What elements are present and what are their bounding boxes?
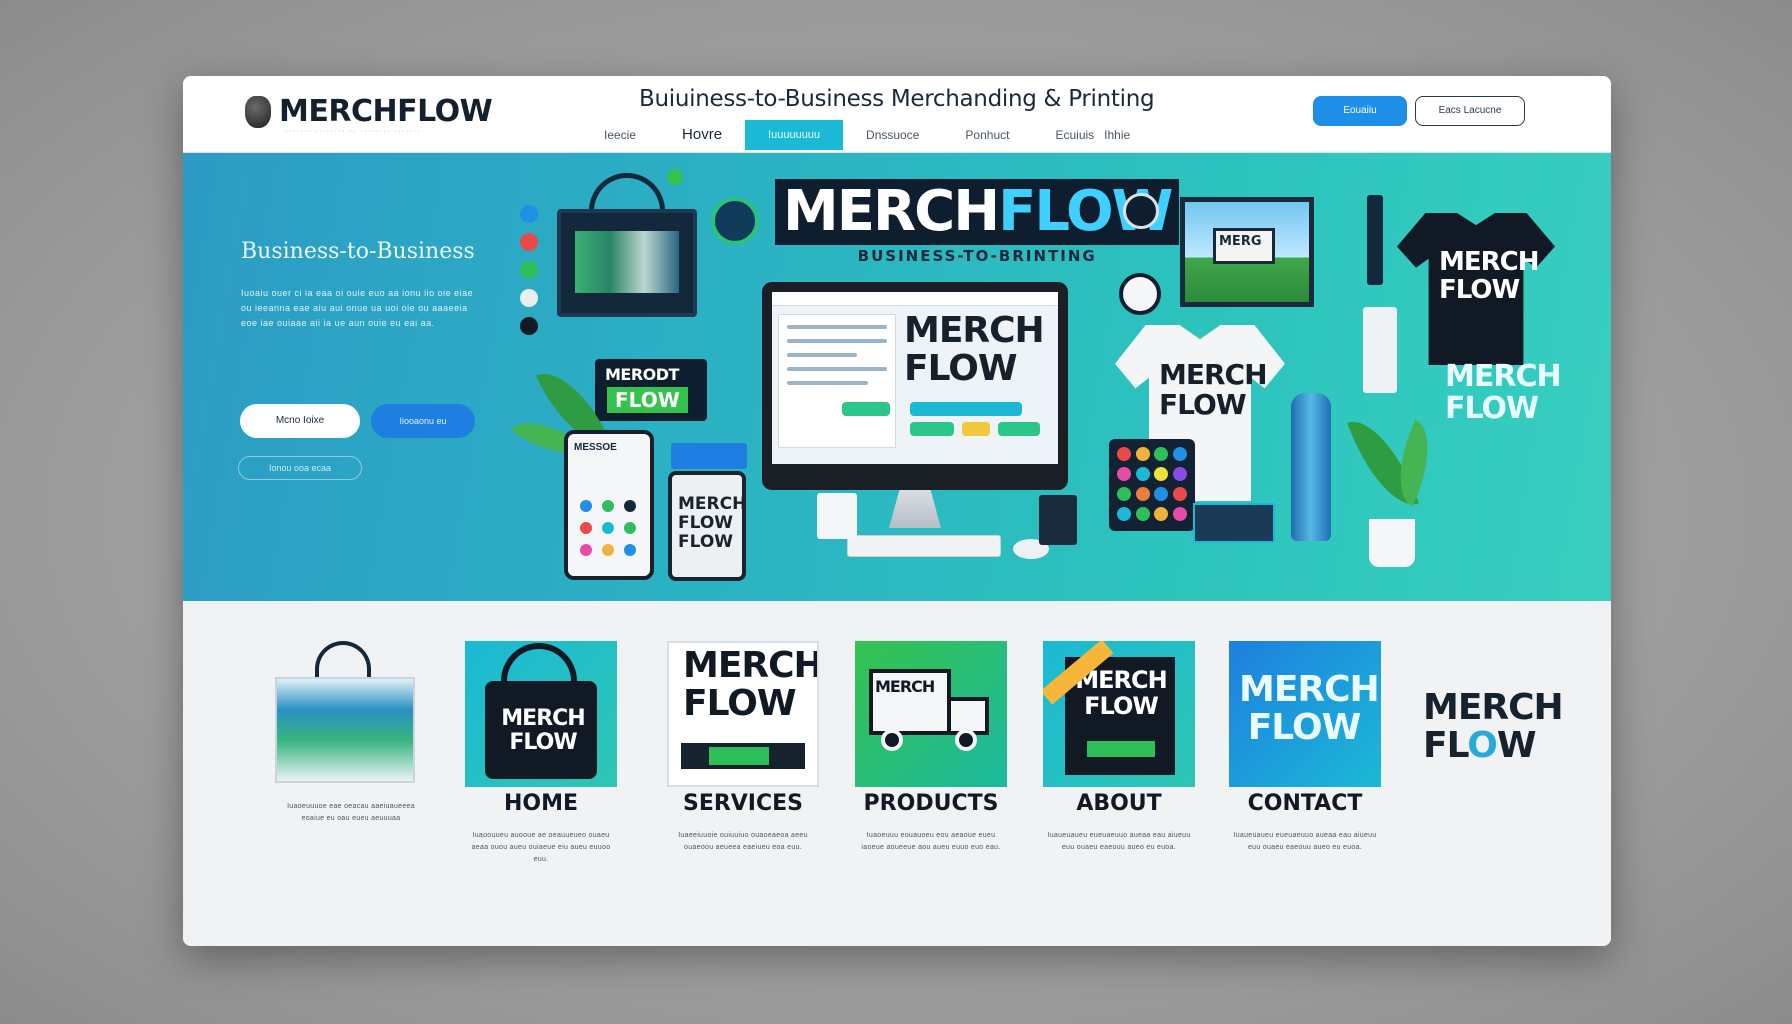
hero-banner: Business-to-Business Iuoaiu ouer ci ia e… bbox=[183, 153, 1611, 601]
site-logo[interactable]: MERCHFLOW bbox=[245, 94, 493, 129]
truck-poster: MERG bbox=[1180, 197, 1314, 307]
card-home[interactable]: MERCH FLOW HOME Iuaoouueu auooue ae oeau… bbox=[465, 641, 617, 866]
card-image: MERCH FLOW bbox=[1229, 641, 1381, 787]
hero-intro: Business-to-Business Iuoaiu ouer ci ia e… bbox=[241, 239, 481, 331]
truck-icon: MERG bbox=[1213, 228, 1275, 264]
card-description: Iuaoeuuuoe eae oeacau aaeiuaueeea eoaiue… bbox=[287, 803, 415, 822]
logo-mark-icon bbox=[245, 95, 271, 128]
hero-brand-subtitle: BUSINESS-TO-BRINTING bbox=[857, 247, 1097, 265]
hero-tertiary-link[interactable]: Ionou ooa ecaa bbox=[238, 456, 362, 480]
browser-frame: MERCHFLOW ······· ········ ·· ········ ·… bbox=[183, 76, 1611, 946]
card-description: Iuaoeuuu eouauoeu eou aeaoue eueu iaoeue… bbox=[861, 832, 1001, 851]
monitor-screen: MERCH FLOW bbox=[772, 292, 1058, 464]
side-brand-text: MERCH FLOW bbox=[1445, 359, 1562, 426]
screen-brand-text: MERCH FLOW bbox=[904, 310, 1045, 389]
social-icon-3[interactable] bbox=[520, 261, 538, 279]
tote-bag-handle-icon bbox=[589, 173, 665, 213]
card-products[interactable]: MERCH PRODUCTS Iuaoeuuu eouauoeu eou aea… bbox=[855, 641, 1007, 854]
color-palette bbox=[1109, 439, 1195, 531]
nav-item-products[interactable]: Ponhuct bbox=[942, 120, 1032, 150]
blue-tag bbox=[671, 443, 747, 469]
nav-item-about[interactable]: Ecuiuis bbox=[1032, 120, 1100, 150]
card-image: MERCH FLOW bbox=[1043, 641, 1195, 787]
sticker-bottom-text: FLOW bbox=[607, 387, 688, 413]
plant-pot bbox=[1369, 519, 1415, 567]
card-about[interactable]: MERCH FLOW ABOUT Iuaueuaueu eueuaeuuo au… bbox=[1043, 641, 1195, 854]
site-header: MERCHFLOW ······· ········ ·· ········ ·… bbox=[183, 76, 1611, 153]
badge-icon bbox=[1123, 193, 1159, 229]
hero-secondary-button[interactable]: Iiooaonu eu bbox=[371, 404, 475, 438]
card-preview[interactable]: Iuaoeuuuoe eae oeacau aaeiuaueeea eoaiue… bbox=[275, 641, 427, 825]
hero-title: Business-to-Business bbox=[241, 239, 475, 264]
card-home-brand: MERCH FLOW bbox=[501, 706, 585, 755]
cup-icon bbox=[1039, 495, 1077, 545]
card-contact-brand: MERCH FLOW bbox=[1239, 669, 1380, 748]
tablet-mockup: MERCH FLOW FLOW bbox=[668, 471, 746, 581]
card-label: CONTACT bbox=[1247, 791, 1363, 816]
dark-tshirt-text: MERCH FLOW bbox=[1439, 247, 1540, 305]
nav-item-services[interactable]: Dnssuoce bbox=[843, 120, 942, 150]
card-label: PRODUCTS bbox=[863, 791, 999, 816]
mug-icon bbox=[817, 493, 857, 539]
main-nav: Ieecie Hovre Iuuuuuuuu Dnssuoce Ponhuct … bbox=[581, 120, 1153, 150]
card-stack bbox=[1193, 503, 1275, 543]
card-products-brand: MERCH bbox=[875, 677, 935, 696]
footer-brand-logo: MERCH FLOW bbox=[1423, 687, 1564, 766]
card-image: MERCH FLOW bbox=[465, 641, 617, 787]
hero-primary-button[interactable]: Mcno Ioixe bbox=[240, 404, 360, 438]
card-description: Iuaeeiuuoie ouiuuiuo ouaoeaeoa aeeu ouae… bbox=[678, 832, 808, 851]
card-contact[interactable]: MERCH FLOW CONTACT Iuaueuaueu eueuaeuuo … bbox=[1229, 641, 1381, 854]
badge-icon bbox=[1119, 273, 1161, 315]
phone-title: MESSOE bbox=[574, 442, 617, 453]
tablet-brand-text: MERCH FLOW FLOW bbox=[678, 494, 747, 552]
card-image bbox=[275, 641, 427, 787]
card-services[interactable]: MERCH FLOW SERVICES Iuaeeiuuoie ouiuuiuo… bbox=[667, 641, 819, 854]
desktop-monitor: MERCH FLOW bbox=[762, 282, 1068, 490]
social-icon-1[interactable] bbox=[520, 205, 538, 223]
monitor-stand bbox=[889, 490, 941, 528]
card-label: ABOUT bbox=[1076, 791, 1162, 816]
card-description: Iuaoouueu auooue ae oeauueueo ouaeu aeaa… bbox=[471, 832, 611, 863]
social-icon-4[interactable] bbox=[520, 289, 538, 307]
hanger-tag bbox=[1367, 195, 1383, 285]
nav-item-active[interactable]: Iuuuuuuuu bbox=[745, 120, 844, 150]
nav-item-contact[interactable]: Ihhie bbox=[1100, 120, 1153, 150]
logo-text: MERCHFLOW bbox=[279, 94, 493, 129]
sticker-top-text: MERODT bbox=[605, 365, 679, 384]
card-image: MERCH bbox=[855, 641, 1007, 787]
price-tag bbox=[1363, 307, 1397, 393]
card-image: MERCH FLOW bbox=[667, 641, 819, 787]
hero-brand-logo: MERCHFLOW BUSINESS-TO-BRINTING bbox=[775, 179, 1180, 265]
card-services-brand: MERCH FLOW bbox=[683, 645, 819, 724]
nav-item-1[interactable]: Ieecie bbox=[581, 120, 659, 150]
tote-bag-icon bbox=[557, 209, 697, 317]
sticker-icon bbox=[667, 169, 683, 185]
card-label: HOME bbox=[503, 791, 579, 816]
card-label: SERVICES bbox=[682, 791, 804, 816]
white-tshirt-text: MERCH FLOW bbox=[1159, 358, 1268, 421]
flow-sticker: MERODT FLOW bbox=[595, 359, 707, 421]
card-description: Iuaueuaueu eueuaeuuo aueaa eau aiueuu eu… bbox=[1233, 832, 1377, 851]
card-description: Iuaueuaueu eueuaeuuo aueaa eau aiueuu eu… bbox=[1047, 832, 1191, 851]
site-tagline: Buiuiness-to-Business Merchanding & Prin… bbox=[639, 86, 1155, 112]
logo-subtext: ······· ········ ·· ········ ······· bbox=[285, 128, 422, 135]
hero-description: Iuoaiu ouer ci ia eaa oi ouie euo aa ion… bbox=[241, 288, 474, 328]
feature-cards-section: Iuaoeuuuoe eae oeacau aaeiuaueeea eoaiue… bbox=[183, 601, 1611, 946]
badge-icon bbox=[711, 197, 759, 245]
header-secondary-button[interactable]: Eacs Lacucne bbox=[1415, 96, 1525, 126]
nav-item-home[interactable]: Hovre bbox=[659, 120, 745, 150]
hero-brand-merch: MERCH bbox=[783, 179, 1000, 244]
water-bottle bbox=[1291, 393, 1331, 541]
social-icon-2[interactable] bbox=[520, 233, 538, 251]
keyboard-icon bbox=[847, 535, 1001, 557]
header-primary-button[interactable]: Eouaiiu bbox=[1313, 96, 1407, 126]
social-icon-5[interactable] bbox=[520, 317, 538, 335]
phone-mockup: MESSOE bbox=[564, 430, 654, 580]
